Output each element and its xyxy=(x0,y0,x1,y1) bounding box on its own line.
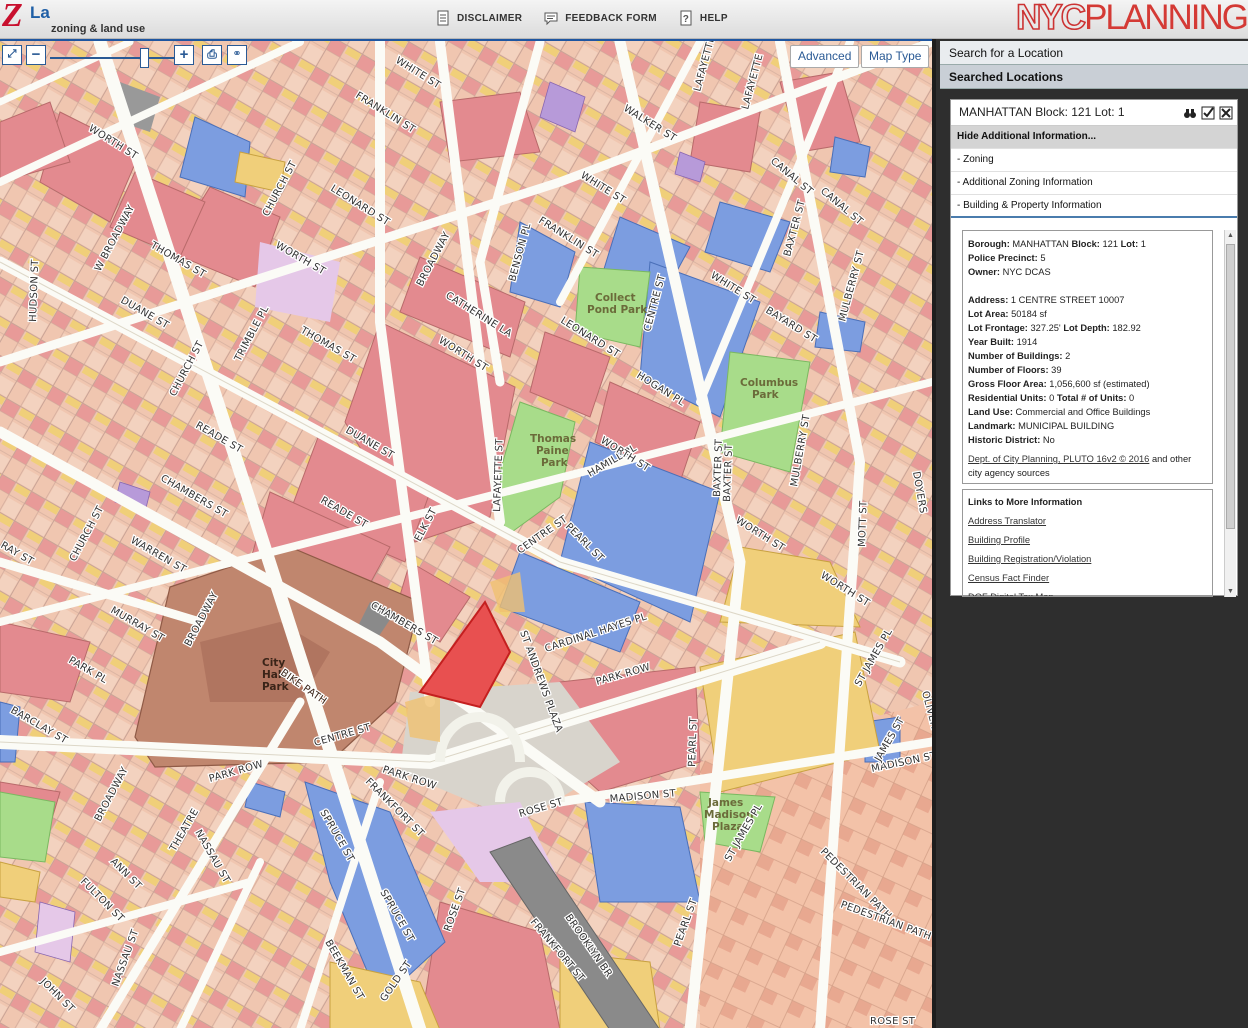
help-icon: ? xyxy=(680,10,692,26)
zoom-slider-handle[interactable] xyxy=(140,48,149,68)
buildings-line: Number of Buildings: 2 xyxy=(968,351,1071,361)
card-title: MANHATTAN Block: 121 Lot: 1 xyxy=(959,105,1125,119)
park-label: Pond Park xyxy=(587,304,648,316)
feedback-link[interactable]: FEEDBACK FORM xyxy=(544,10,657,26)
close-icon[interactable] xyxy=(1219,104,1233,120)
park-label: Collect xyxy=(595,292,635,304)
checkbox-icon[interactable] xyxy=(1201,104,1215,120)
binoculars-icon[interactable] xyxy=(1183,104,1197,118)
card-header: MANHATTAN Block: 121 Lot: 1 xyxy=(951,100,1237,126)
brand-nyc: NYC xyxy=(1015,0,1087,37)
logo-mark: Z xyxy=(2,0,23,34)
park-label: Columbus xyxy=(740,377,798,389)
document-icon xyxy=(437,10,449,26)
side-panel: Search for a Location Searched Locations… xyxy=(932,39,1248,1028)
borough-line: Borough: MANHATTAN Block: 121 Lot: 1 xyxy=(968,239,1146,249)
nyc-planning-logo[interactable]: NYCPLANNING xyxy=(1015,0,1248,37)
logo-la: La xyxy=(30,3,50,22)
help-label: HELP xyxy=(699,12,728,24)
disclaimer-link[interactable]: DISCLAIMER xyxy=(436,10,522,26)
gross-floor-area-line: Gross Floor Area: 1,056,600 sf (estimate… xyxy=(968,379,1150,389)
park-label: Thomas xyxy=(530,433,576,445)
links-title: Links to More Information xyxy=(968,497,1083,507)
source-link[interactable]: Dept. of City Planning, PLUTO 16v2 © 201… xyxy=(968,454,1149,464)
zoom-in-button[interactable]: + xyxy=(174,45,194,65)
dof-tax-map-link[interactable]: DOF Digital Tax Map xyxy=(968,588,1207,596)
brand-planning: PLANNING xyxy=(1084,0,1248,37)
card-actions xyxy=(1183,104,1233,120)
searched-locations-tab[interactable]: Searched Locations xyxy=(940,65,1248,89)
owner-line: Owner: NYC DCAS xyxy=(968,267,1051,277)
park-label: Park xyxy=(541,457,569,469)
disclaimer-label: DISCLAIMER xyxy=(457,12,523,24)
address-translator-link[interactable]: Address Translator xyxy=(968,512,1207,531)
building-property-section[interactable]: - Building & Property Information xyxy=(951,195,1237,218)
building-profile-link[interactable]: Building Profile xyxy=(968,531,1207,550)
landmark-line: Landmark: MUNICIPAL BUILDING xyxy=(968,421,1115,431)
fullscreen-icon[interactable]: ⤢ xyxy=(2,45,22,65)
land-use-line: Land Use: Commercial and Office Building… xyxy=(968,407,1151,417)
units-line: Residential Units: 0 Total # of Units: 0 xyxy=(968,393,1135,403)
search-location-tab[interactable]: Search for a Location xyxy=(940,41,1248,65)
address-line: Address: 1 CENTRE STREET 10007 xyxy=(968,295,1125,305)
zoom-slider-track[interactable] xyxy=(50,57,178,59)
more-info-links: Links to More Information Address Transl… xyxy=(962,489,1213,597)
print-icon[interactable]: ⎙ xyxy=(202,45,222,65)
speech-bubble-icon xyxy=(544,12,558,26)
location-card: MANHATTAN Block: 121 Lot: 1 Hide Additio… xyxy=(950,99,1238,597)
street-label: MOTT ST xyxy=(857,500,870,547)
card-scrollbar[interactable]: ▲ ▼ xyxy=(1224,230,1236,597)
svg-text:?: ? xyxy=(683,14,689,25)
help-link[interactable]: ? HELP xyxy=(679,10,728,26)
link-icon[interactable]: ⚭ xyxy=(227,45,247,65)
lot-area-line: Lot Area: 50184 sf xyxy=(968,309,1047,319)
map-type-button[interactable]: Map Type xyxy=(861,45,930,68)
scrollbar-thumb[interactable] xyxy=(1226,244,1235,529)
top-nav: DISCLAIMER FEEDBACK FORM ? HELP xyxy=(436,10,728,26)
building-registration-link[interactable]: Building Registration/Violation xyxy=(968,550,1207,569)
street-label: HUDSON ST xyxy=(28,259,41,323)
park-label: Park xyxy=(752,389,780,401)
scroll-up-icon[interactable]: ▲ xyxy=(1227,232,1234,239)
street-label: ROSE ST xyxy=(870,1016,916,1027)
app-header: Z La zoning & land use DISCLAIMER FEEDBA… xyxy=(0,0,1248,39)
historic-district-line: Historic District: No xyxy=(968,435,1055,445)
map-canvas[interactable]: Collect Pond Park Columbus Park Thomas P… xyxy=(0,41,932,1028)
lot-dimensions-line: Lot Frontage: 327.25' Lot Depth: 182.92 xyxy=(968,323,1141,333)
park-label: Paine xyxy=(536,445,569,457)
zoning-section[interactable]: - Zoning xyxy=(951,149,1237,172)
building-property-info: Borough: MANHATTAN Block: 121 Lot: 1 Pol… xyxy=(962,230,1213,484)
feedback-label: FEEDBACK FORM xyxy=(565,12,657,24)
hide-additional-info-toggle[interactable]: Hide Additional Information... xyxy=(951,126,1237,149)
zola-logo[interactable]: Z La zoning & land use xyxy=(2,0,162,37)
park-label: James xyxy=(707,797,743,809)
street-label: BAXTER ST xyxy=(722,443,735,502)
floors-line: Number of Floors: 39 xyxy=(968,365,1062,375)
park-label: City xyxy=(262,657,285,669)
additional-zoning-section[interactable]: - Additional Zoning Information xyxy=(951,172,1237,195)
advanced-button[interactable]: Advanced xyxy=(790,45,860,68)
precinct-line: Police Precinct: 5 xyxy=(968,253,1046,263)
zoning-map[interactable]: Collect Pond Park Columbus Park Thomas P… xyxy=(0,39,932,1028)
zoom-out-button[interactable]: − xyxy=(26,45,46,65)
park-label: Park xyxy=(262,681,290,693)
source-line: Dept. of City Planning, PLUTO 16v2 © 201… xyxy=(968,454,1192,478)
year-built-line: Year Built: 1914 xyxy=(968,337,1038,347)
scroll-down-icon[interactable]: ▼ xyxy=(1227,588,1234,595)
street-label: PEARL ST xyxy=(687,716,700,767)
census-fact-finder-link[interactable]: Census Fact Finder xyxy=(968,569,1207,588)
logo-subtitle: zoning & land use xyxy=(51,23,146,35)
